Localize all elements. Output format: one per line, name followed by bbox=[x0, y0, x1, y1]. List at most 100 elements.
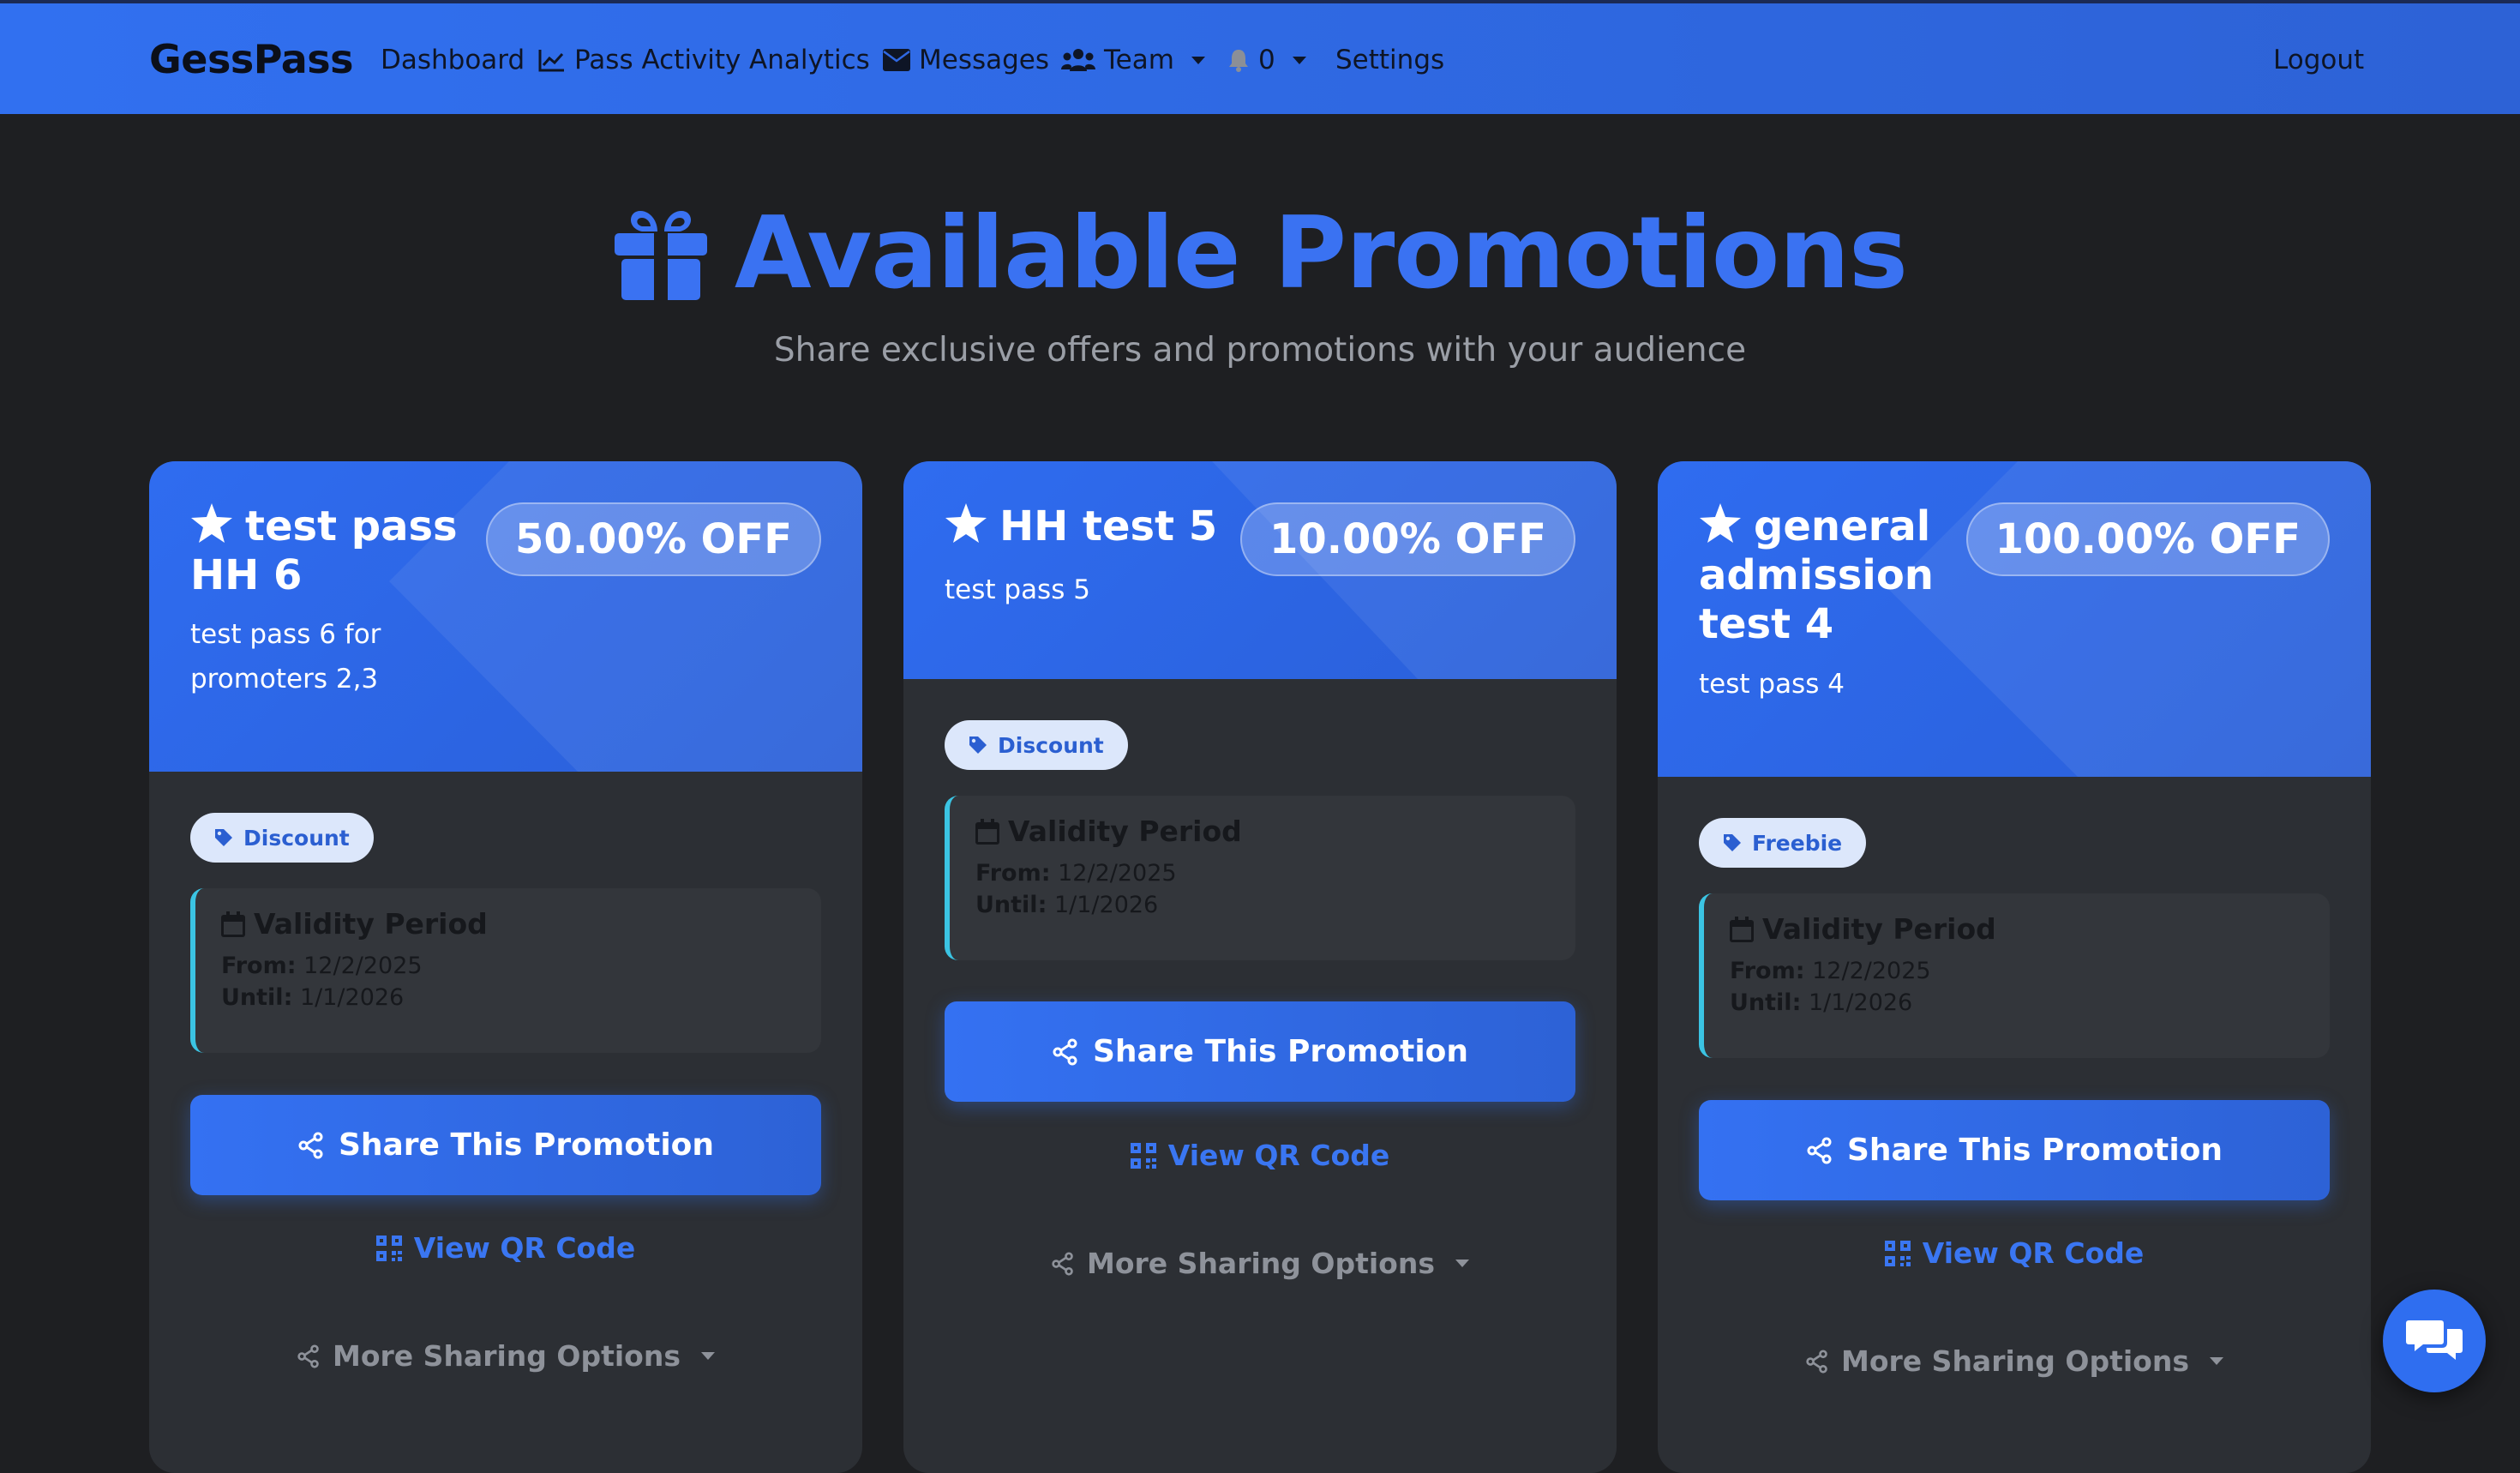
tag-icon bbox=[969, 736, 987, 754]
validity-until-label: Until: bbox=[975, 892, 1047, 918]
nav-settings[interactable]: Settings bbox=[1335, 45, 1444, 75]
share-icon bbox=[1052, 1251, 1073, 1276]
validity-until: Until: 1/1/2026 bbox=[221, 984, 821, 1011]
view-qr-code-label: View QR Code bbox=[413, 1231, 636, 1265]
brand-logo[interactable]: GessPass bbox=[149, 36, 354, 82]
share-promotion-button[interactable]: Share This Promotion bbox=[1699, 1100, 2330, 1200]
validity-from: From: 12/2/2025 bbox=[221, 953, 821, 979]
promotion-card-header: general admission test 4 test pass 4 100… bbox=[1658, 461, 2371, 777]
validity-from-label: From: bbox=[975, 860, 1051, 887]
page-subtitle: Share exclusive offers and promotions wi… bbox=[773, 331, 1747, 370]
gift-icon bbox=[614, 210, 707, 300]
promotion-card: HH test 5 test pass 5 10.00% OFF Discoun… bbox=[903, 461, 1617, 1473]
view-qr-code-label: View QR Code bbox=[1922, 1236, 2145, 1270]
validity-period-box: Validity Period From: 12/2/2025 Until: 1… bbox=[190, 888, 821, 1053]
validity-from-label: From: bbox=[221, 953, 297, 979]
chevron-down-icon bbox=[1191, 56, 1205, 64]
star-icon bbox=[191, 503, 232, 543]
share-icon bbox=[297, 1344, 319, 1368]
discount-badge: 50.00% OFF bbox=[485, 502, 821, 576]
validity-period-box: Validity Period From: 12/2/2025 Until: 1… bbox=[1699, 893, 2330, 1058]
more-sharing-label: More Sharing Options bbox=[1841, 1344, 2189, 1378]
validity-until-label: Until: bbox=[1730, 989, 1802, 1016]
calendar-icon bbox=[975, 818, 999, 845]
nav-team-label: Team bbox=[1104, 45, 1174, 75]
qrcode-icon bbox=[1130, 1142, 1156, 1169]
nav-messages[interactable]: Messages bbox=[883, 45, 1049, 75]
validity-until: Until: 1/1/2026 bbox=[1730, 989, 2330, 1016]
nav-pass-activity[interactable]: Pass Activity bbox=[538, 45, 741, 75]
share-icon bbox=[1806, 1349, 1827, 1374]
share-button-label: Share This Promotion bbox=[338, 1127, 715, 1163]
qrcode-icon bbox=[1884, 1240, 1911, 1266]
promotion-description: test pass 5 bbox=[945, 574, 1090, 605]
page-title: Available Promotions bbox=[0, 195, 2520, 311]
promotion-type-label: Freebie bbox=[1752, 830, 1843, 856]
promotion-type-label: Discount bbox=[243, 825, 350, 851]
logout-link[interactable]: Logout bbox=[2273, 45, 2364, 75]
promotion-title: HH test 5 bbox=[945, 502, 1253, 551]
nav-pass-activity-label: Pass Activity bbox=[574, 45, 741, 75]
notifications-count: 0 bbox=[1258, 45, 1275, 75]
comments-icon bbox=[2406, 1320, 2463, 1360]
validity-from: From: 12/2/2025 bbox=[1730, 958, 2330, 984]
view-qr-code-link[interactable]: View QR Code bbox=[149, 1231, 862, 1265]
validity-from-date: 12/2/2025 bbox=[1058, 860, 1177, 887]
promotion-card: test pass HH 6 test pass 6 for promoters… bbox=[149, 461, 862, 1473]
nav-notifications-dropdown[interactable]: 0 bbox=[1227, 45, 1306, 75]
promotion-description: test pass 6 for promoters 2,3 bbox=[190, 619, 381, 694]
validity-title-text: Validity Period bbox=[1008, 815, 1242, 848]
validity-period-box: Validity Period From: 12/2/2025 Until: 1… bbox=[945, 796, 1575, 960]
promotion-description: test pass 4 bbox=[1699, 669, 1845, 700]
share-button-label: Share This Promotion bbox=[1092, 1034, 1469, 1069]
page-title-text: Available Promotions bbox=[734, 195, 1908, 311]
discount-badge: 10.00% OFF bbox=[1239, 502, 1575, 576]
promotion-type-badge: Discount bbox=[190, 813, 374, 863]
promotion-card-header: HH test 5 test pass 5 10.00% OFF bbox=[903, 461, 1617, 679]
nav-settings-label: Settings bbox=[1335, 45, 1445, 75]
validity-title: Validity Period bbox=[221, 907, 821, 941]
share-icon bbox=[298, 1132, 323, 1158]
nav-messages-label: Messages bbox=[919, 45, 1050, 75]
promotion-card: general admission test 4 test pass 4 100… bbox=[1658, 461, 2371, 1473]
qrcode-icon bbox=[375, 1235, 402, 1261]
tag-icon bbox=[215, 829, 232, 846]
promotion-title: test pass HH 6 bbox=[190, 502, 465, 600]
validity-title: Validity Period bbox=[1730, 912, 2330, 946]
chat-button[interactable] bbox=[2383, 1290, 2486, 1392]
share-button-label: Share This Promotion bbox=[1846, 1133, 2223, 1168]
more-sharing-options-dropdown[interactable]: More Sharing Options bbox=[903, 1247, 1617, 1280]
view-qr-code-link[interactable]: View QR Code bbox=[1658, 1236, 2371, 1270]
nav-team-dropdown[interactable]: Team bbox=[1061, 45, 1205, 75]
more-sharing-options-dropdown[interactable]: More Sharing Options bbox=[149, 1339, 862, 1373]
line-chart-icon bbox=[538, 50, 564, 72]
promotion-type-badge: Discount bbox=[945, 720, 1128, 770]
share-promotion-button[interactable]: Share This Promotion bbox=[190, 1095, 821, 1195]
chevron-down-icon bbox=[1292, 56, 1306, 64]
tag-icon bbox=[1724, 834, 1741, 851]
validity-until: Until: 1/1/2026 bbox=[975, 892, 1575, 918]
validity-from-label: From: bbox=[1730, 958, 1805, 984]
share-icon bbox=[1053, 1038, 1077, 1065]
promotion-card-header: test pass HH 6 test pass 6 for promoters… bbox=[149, 461, 862, 772]
calendar-icon bbox=[1730, 916, 1754, 942]
star-icon bbox=[945, 503, 987, 543]
nav-dashboard[interactable]: Dashboard bbox=[381, 45, 525, 75]
validity-until-label: Until: bbox=[221, 984, 293, 1011]
chevron-down-icon bbox=[2209, 1357, 2223, 1365]
users-icon bbox=[1061, 49, 1095, 71]
chevron-down-icon bbox=[1455, 1260, 1469, 1267]
nav-dashboard-label: Dashboard bbox=[381, 45, 525, 75]
view-qr-code-link[interactable]: View QR Code bbox=[903, 1139, 1617, 1172]
validity-until-date: 1/1/2026 bbox=[299, 984, 405, 1011]
more-sharing-options-dropdown[interactable]: More Sharing Options bbox=[1658, 1344, 2371, 1378]
chevron-down-icon bbox=[700, 1352, 715, 1360]
view-qr-code-label: View QR Code bbox=[1167, 1139, 1390, 1172]
top-navbar: GessPass Dashboard Pass Activity Analyti… bbox=[0, 0, 2520, 114]
nav-analytics-label: Analytics bbox=[749, 45, 870, 75]
validity-until-date: 1/1/2026 bbox=[1808, 989, 1913, 1016]
share-promotion-button[interactable]: Share This Promotion bbox=[945, 1001, 1575, 1102]
calendar-icon bbox=[221, 911, 245, 937]
discount-badge: 100.00% OFF bbox=[1965, 502, 2330, 576]
nav-analytics[interactable]: Analytics bbox=[749, 45, 870, 75]
